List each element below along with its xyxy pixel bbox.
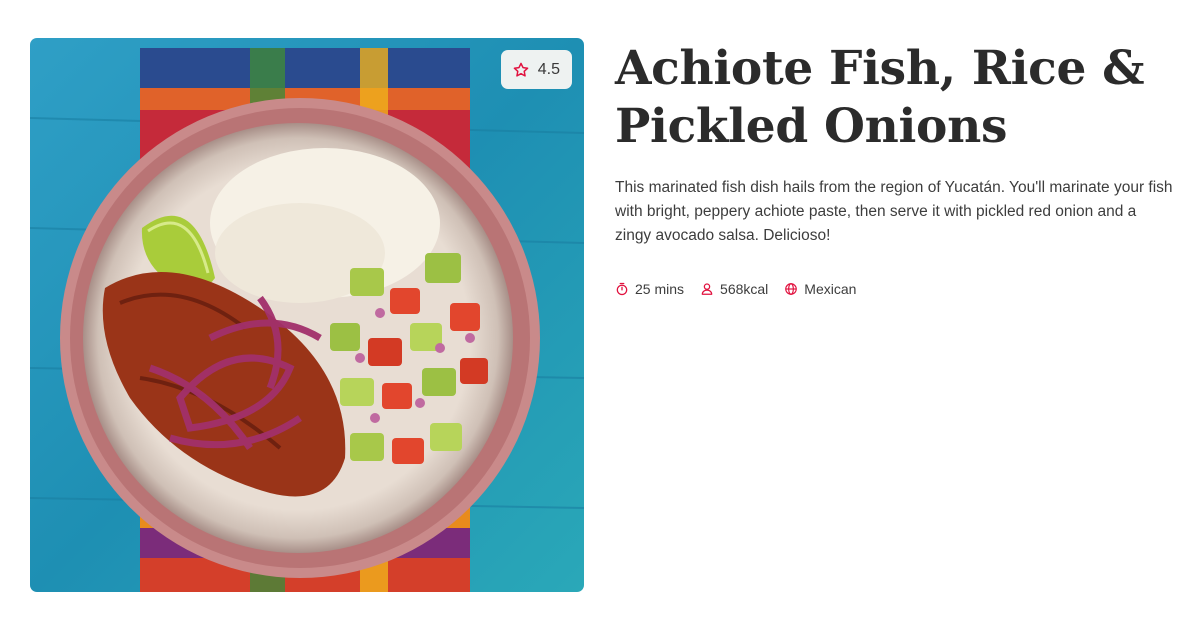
meta-time-label: 25 mins bbox=[635, 281, 685, 297]
recipe-info: Achiote Fish, Rice & Pickled Onions This… bbox=[615, 40, 1175, 297]
recipe-title: Achiote Fish, Rice & Pickled Onions bbox=[615, 40, 1175, 156]
recipe-image[interactable]: 4.5 bbox=[30, 38, 584, 592]
globe-icon bbox=[785, 283, 798, 295]
meta-cuisine-label: Mexican bbox=[804, 281, 857, 297]
meta-cuisine: Mexican bbox=[784, 281, 856, 297]
person-icon bbox=[701, 283, 713, 295]
star-icon bbox=[513, 62, 529, 77]
recipe-title-line-1: Achiote Fish, Rice & bbox=[615, 41, 1145, 96]
rating-badge[interactable]: 4.5 bbox=[500, 50, 572, 89]
stopwatch-icon bbox=[616, 282, 628, 296]
meta-energy: 568kcal bbox=[700, 281, 768, 297]
recipe-meta: 25 mins 568kcal Mexican bbox=[615, 281, 1175, 297]
recipe-photo-illustration bbox=[30, 38, 584, 592]
meta-energy-label: 568kcal bbox=[720, 281, 769, 297]
rating-value: 4.5 bbox=[537, 60, 560, 78]
recipe-title-line-2: Pickled Onions bbox=[615, 99, 1008, 154]
recipe-description: This marinated fish dish hails from the … bbox=[615, 179, 1173, 244]
meta-time: 25 mins bbox=[615, 281, 684, 297]
